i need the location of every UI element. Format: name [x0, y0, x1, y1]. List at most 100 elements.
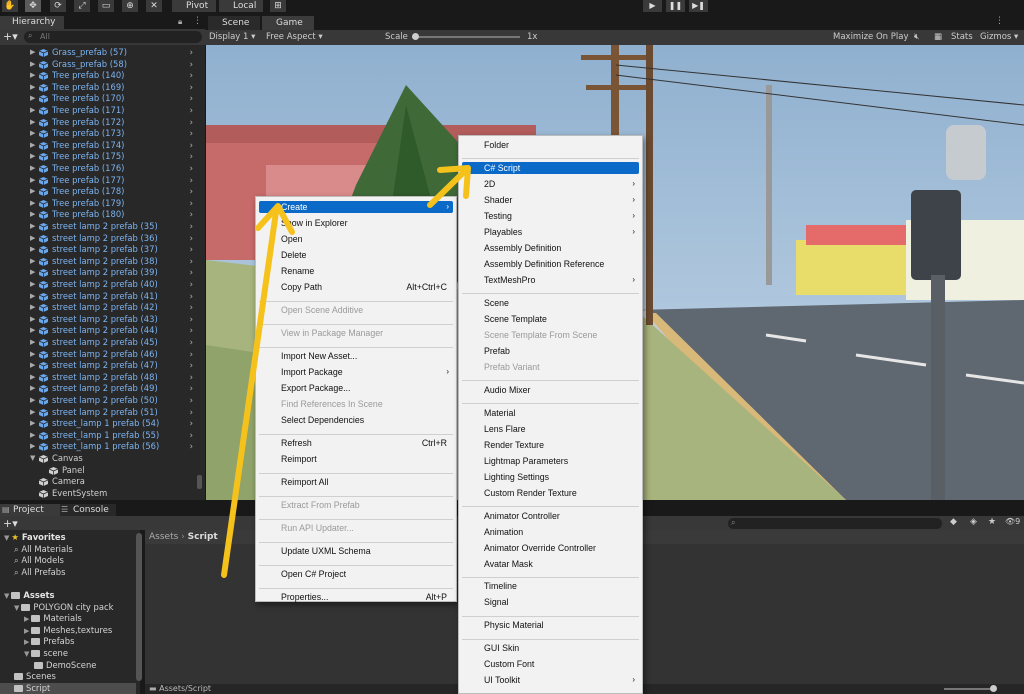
- create-asset-icon[interactable]: +▾: [3, 517, 18, 530]
- expand-right-icon[interactable]: ▶: [30, 291, 35, 303]
- hidden-count-badge[interactable]: 👁︎9: [1005, 517, 1020, 526]
- menu-item-import-package[interactable]: Import Package ›: [259, 366, 453, 378]
- expand-right-icon[interactable]: ▶: [30, 407, 35, 419]
- menu-item-create[interactable]: Create ›: [259, 201, 453, 213]
- open-prefab-chevron-icon[interactable]: ›: [190, 325, 193, 337]
- menu-item-show-in-explorer[interactable]: Show in Explorer: [259, 217, 453, 229]
- hierarchy-item[interactable]: ▶ Grass_prefab (58) ›: [0, 59, 205, 71]
- lock-icon[interactable]: 🔒︎: [178, 17, 182, 27]
- open-prefab-chevron-icon[interactable]: ›: [190, 337, 193, 349]
- tab-scene[interactable]: Scene: [208, 16, 260, 30]
- menu-item-textmeshpro[interactable]: TextMeshPro ›: [462, 274, 639, 286]
- tab-console[interactable]: Console: [60, 504, 116, 516]
- menu-item-signal[interactable]: Signal: [462, 596, 639, 608]
- menu-item-timeline[interactable]: Timeline: [462, 580, 639, 592]
- favorite-star-icon[interactable]: ★: [988, 517, 996, 527]
- menu-item-custom-render-texture[interactable]: Custom Render Texture: [462, 487, 639, 499]
- open-prefab-chevron-icon[interactable]: ›: [190, 70, 193, 82]
- hierarchy-item[interactable]: ▶ street lamp 2 prefab (41) ›: [0, 291, 205, 303]
- menu-item-testing[interactable]: Testing ›: [462, 210, 639, 222]
- menu-item-refresh[interactable]: Refresh Ctrl+R: [259, 437, 453, 449]
- menu-item-update-uxml-schema[interactable]: Update UXML Schema: [259, 545, 453, 557]
- menu-item-lightmap-parameters[interactable]: Lightmap Parameters: [462, 455, 639, 467]
- scale-slider-handle[interactable]: [412, 33, 419, 40]
- expand-right-icon[interactable]: ▶: [30, 128, 35, 140]
- hierarchy-item[interactable]: ▶ Tree prefab (178) ›: [0, 186, 205, 198]
- hierarchy-item[interactable]: ▶ street_lamp 1 prefab (55) ›: [0, 430, 205, 442]
- expand-right-icon[interactable]: ▶: [30, 325, 35, 337]
- hierarchy-item[interactable]: ▶ street lamp 2 prefab (45) ›: [0, 337, 205, 349]
- open-prefab-chevron-icon[interactable]: ›: [190, 151, 193, 163]
- expand-right-icon[interactable]: ▶: [30, 337, 35, 349]
- hierarchy-item[interactable]: ▶ street lamp 2 prefab (42) ›: [0, 302, 205, 314]
- open-prefab-chevron-icon[interactable]: ›: [190, 93, 193, 105]
- hierarchy-item[interactable]: ▶ Tree prefab (175) ›: [0, 151, 205, 163]
- grid-snap-icon[interactable]: ⊞: [270, 0, 286, 12]
- expand-right-icon[interactable]: ▶: [24, 615, 29, 623]
- menu-item-shader[interactable]: Shader ›: [462, 194, 639, 206]
- expand-right-icon[interactable]: ▶: [24, 627, 29, 635]
- hierarchy-item[interactable]: ▶ street_lamp 1 prefab (54) ›: [0, 418, 205, 430]
- open-prefab-chevron-icon[interactable]: ›: [190, 314, 193, 326]
- expand-down-icon[interactable]: ▼: [24, 650, 29, 658]
- open-prefab-chevron-icon[interactable]: ›: [190, 163, 193, 175]
- hierarchy-list[interactable]: ▶ Grass_prefab (57) › ▶ Grass_prefab (58) › ▶ T…: [0, 45, 205, 500]
- breadcrumb-root[interactable]: Assets: [149, 532, 178, 542]
- gizmos-dropdown[interactable]: Gizmos ▾: [980, 30, 1018, 45]
- open-prefab-chevron-icon[interactable]: ›: [190, 244, 193, 256]
- menu-item-delete[interactable]: Delete: [259, 249, 453, 261]
- open-prefab-chevron-icon[interactable]: ›: [190, 59, 193, 71]
- menu-item-2d[interactable]: 2D ›: [462, 178, 639, 190]
- project-tree-item[interactable]: ▶ Prefabs: [24, 636, 74, 648]
- stats-button[interactable]: Stats: [951, 30, 973, 45]
- icon-size-slider-handle[interactable]: [990, 685, 997, 692]
- menu-item-scene[interactable]: Scene: [462, 297, 639, 309]
- menu-item-assembly-definition-reference[interactable]: Assembly Definition Reference: [462, 258, 639, 270]
- expand-right-icon[interactable]: ▶: [30, 383, 35, 395]
- open-prefab-chevron-icon[interactable]: ›: [190, 441, 193, 453]
- hierarchy-item[interactable]: ▶ Tree prefab (170) ›: [0, 93, 205, 105]
- expand-down-icon[interactable]: ▼: [4, 534, 9, 542]
- project-tree-item[interactable]: Scenes: [14, 671, 56, 683]
- expand-right-icon[interactable]: ▶: [30, 360, 35, 372]
- expand-right-icon[interactable]: ▶: [24, 638, 29, 646]
- menu-item-folder[interactable]: Folder: [462, 139, 639, 151]
- rotate-tool-icon[interactable]: ⟳: [50, 0, 66, 12]
- expand-right-icon[interactable]: ▶: [30, 93, 35, 105]
- open-prefab-chevron-icon[interactable]: ›: [190, 291, 193, 303]
- project-tree-item[interactable]: ▼ POLYGON city pack: [14, 602, 113, 614]
- menu-item-select-dependencies[interactable]: Select Dependencies: [259, 414, 453, 426]
- expand-right-icon[interactable]: ▶: [30, 267, 35, 279]
- hierarchy-item[interactable]: ▶ street lamp 2 prefab (49) ›: [0, 383, 205, 395]
- hand-tool-icon[interactable]: ✋: [2, 0, 18, 12]
- open-prefab-chevron-icon[interactable]: ›: [190, 430, 193, 442]
- menu-item-gui-skin[interactable]: GUI Skin: [462, 642, 639, 654]
- menu-item-reimport-all[interactable]: Reimport All: [259, 476, 453, 488]
- menu-item-scene-template[interactable]: Scene Template: [462, 313, 639, 325]
- transform-tool-icon[interactable]: ⊕: [122, 0, 138, 12]
- tab-game[interactable]: Game: [262, 16, 314, 30]
- expand-right-icon[interactable]: ▶: [30, 221, 35, 233]
- menu-item-playables[interactable]: Playables ›: [462, 226, 639, 238]
- expand-down-icon[interactable]: ▼: [30, 453, 35, 465]
- menu-item-render-texture[interactable]: Render Texture: [462, 439, 639, 451]
- hierarchy-item[interactable]: ▼ Canvas: [0, 453, 205, 465]
- hierarchy-item[interactable]: Panel: [0, 465, 205, 477]
- menu-item-animation[interactable]: Animation: [462, 526, 639, 538]
- menu-item-rename[interactable]: Rename: [259, 265, 453, 277]
- open-prefab-chevron-icon[interactable]: ›: [190, 279, 193, 291]
- hierarchy-item[interactable]: Camera: [0, 476, 205, 488]
- hierarchy-item[interactable]: ▶ Tree prefab (174) ›: [0, 140, 205, 152]
- project-tree-item[interactable]: Script: [14, 683, 50, 694]
- open-prefab-chevron-icon[interactable]: ›: [190, 186, 193, 198]
- project-tree-scrollbar[interactable]: [136, 533, 142, 681]
- open-prefab-chevron-icon[interactable]: ›: [190, 395, 193, 407]
- menu-item-lens-flare[interactable]: Lens Flare: [462, 423, 639, 435]
- expand-right-icon[interactable]: ▶: [30, 349, 35, 361]
- hierarchy-scrollbar[interactable]: [197, 475, 202, 489]
- expand-right-icon[interactable]: ▶: [30, 372, 35, 384]
- hierarchy-item[interactable]: ▶ Tree prefab (180) ›: [0, 209, 205, 221]
- hierarchy-item[interactable]: ▶ street lamp 2 prefab (35) ›: [0, 221, 205, 233]
- expand-right-icon[interactable]: ▶: [30, 105, 35, 117]
- play-button[interactable]: ▶: [643, 0, 662, 12]
